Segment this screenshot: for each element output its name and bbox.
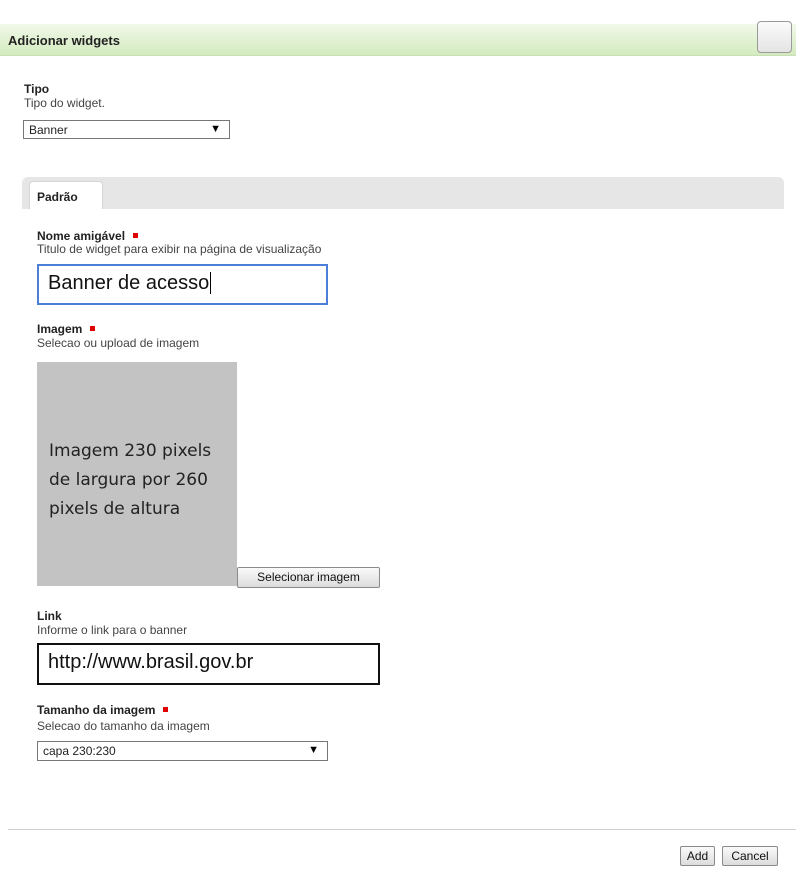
- tipo-select-value: Banner: [29, 123, 68, 137]
- image-preview-text: Imagem 230 pixels de largura por 260 pix…: [49, 441, 212, 519]
- required-marker: [163, 707, 169, 713]
- required-marker: [133, 233, 139, 239]
- tamanho-select-value: capa 230:230: [43, 744, 116, 758]
- link-label: Link: [37, 609, 62, 623]
- nome-input-value: Banner de acesso: [48, 272, 210, 294]
- chevron-down-icon: ▼: [210, 123, 221, 135]
- imagem-label-text: Imagem: [37, 322, 83, 336]
- tamanho-description: Selecao do tamanho da imagem: [37, 719, 210, 733]
- link-input-value: http://www.brasil.gov.br: [48, 651, 254, 673]
- add-button[interactable]: Add: [680, 846, 715, 866]
- dialog-close-button[interactable]: [757, 21, 792, 53]
- text-cursor: [210, 272, 212, 294]
- required-marker: [90, 326, 96, 332]
- chevron-down-icon: ▼: [308, 744, 319, 756]
- image-preview: Imagem 230 pixels de largura por 260 pix…: [37, 362, 237, 586]
- imagem-description: Selecao ou upload de imagem: [37, 336, 200, 350]
- footer-divider: [8, 829, 796, 830]
- nome-label-text: Nome amigável: [37, 229, 126, 243]
- tamanho-label-text: Tamanho da imagem: [37, 703, 156, 717]
- link-description: Informe o link para o banner: [37, 623, 188, 637]
- imagem-label: Imagem: [37, 322, 96, 336]
- tamanho-label: Tamanho da imagem: [37, 703, 169, 717]
- select-image-button[interactable]: Selecionar imagem: [237, 567, 380, 588]
- tab-padrao[interactable]: Padrão: [29, 181, 103, 209]
- nome-label: Nome amigável: [37, 229, 139, 243]
- tab-bar: Padrão: [22, 177, 784, 209]
- cancel-button[interactable]: Cancel: [722, 846, 778, 866]
- dialog-titlebar: Adicionar widgets: [0, 24, 796, 56]
- nome-description: Titulo de widget para exibir na página d…: [37, 242, 322, 256]
- dialog-title: Adicionar widgets: [8, 33, 120, 48]
- tamanho-select[interactable]: capa 230:230 ▼: [37, 741, 328, 761]
- nome-input[interactable]: Banner de acesso: [37, 264, 328, 305]
- tipo-label: Tipo: [24, 82, 50, 96]
- tipo-description: Tipo do widget.: [24, 96, 105, 110]
- tipo-select[interactable]: Banner ▼: [23, 120, 230, 139]
- link-input[interactable]: http://www.brasil.gov.br: [37, 643, 380, 685]
